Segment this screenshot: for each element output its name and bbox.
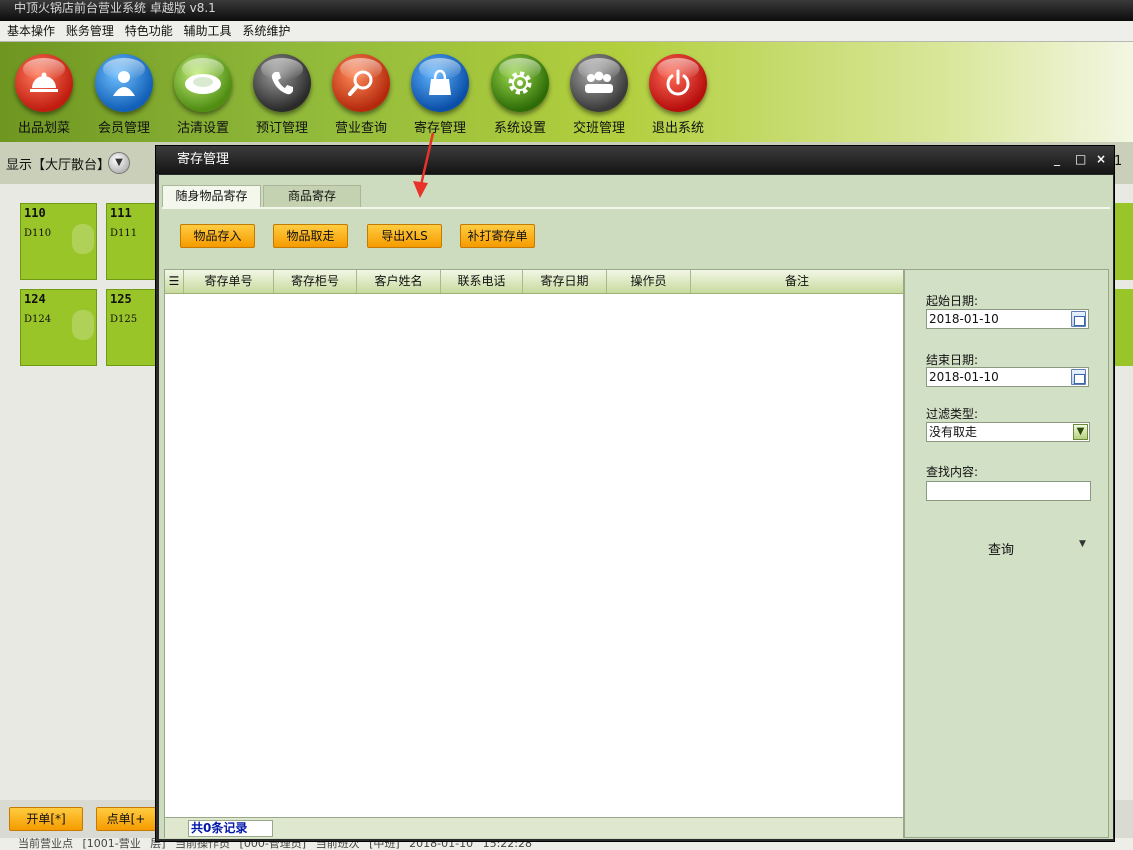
table-tile-110[interactable]: 110 D110 [20, 203, 97, 280]
cloche-icon [15, 54, 73, 112]
tool-business-query[interactable]: 营业查询 [322, 54, 400, 136]
storage-list[interactable]: ☰ 寄存单号 寄存柜号 客户姓名 联系电话 寄存日期 操作员 备注 共0条记录 [164, 269, 904, 838]
tool-label: 系统设置 [493, 121, 546, 136]
table-code: D124 [24, 314, 52, 325]
column-header[interactable]: 寄存单号 [184, 270, 274, 293]
tab-divider [162, 207, 1110, 209]
tool-label: 出品划菜 [17, 121, 70, 136]
power-icon [649, 54, 707, 112]
plate-icon [174, 54, 232, 112]
filter-panel: 起始日期: 2018-01-10 结束日期: 2018-01-10 过滤类型: … [904, 269, 1109, 838]
dialog-title-bar: 寄存管理 [156, 146, 1114, 174]
dialog-body: 随身物品寄存 商品寄存 物品存入 物品取走 导出XLS 补打寄存单 ☰ 寄存单号… [159, 175, 1113, 839]
column-header[interactable]: 备注 [691, 270, 903, 293]
display-area-label: 显示【大厅散台】 [6, 158, 111, 173]
end-date-value: 2018-01-10 [929, 370, 999, 384]
dialog-title: 寄存管理 [177, 152, 230, 167]
tool-label: 营业查询 [334, 121, 387, 136]
tool-system-settings[interactable]: 系统设置 [481, 54, 559, 136]
caret-down-icon[interactable]: ▼ [1079, 539, 1086, 549]
table-number: 124 [24, 292, 46, 306]
member-icon [95, 54, 153, 112]
phone-icon [253, 54, 311, 112]
chevron-down-icon[interactable]: ▼ [1073, 424, 1088, 440]
tab-personal-items[interactable]: 随身物品寄存 [162, 185, 261, 207]
filter-type-select[interactable]: 没有取走 ▼ [926, 422, 1090, 442]
calendar-icon[interactable] [1071, 369, 1086, 385]
end-date-label: 结束日期: [926, 353, 979, 367]
menu-basic[interactable]: 基本操作 [7, 21, 55, 41]
app-title: 中顶火锅店前台营业系统 卓越版 v8.1 [14, 1, 216, 15]
store-item-button[interactable]: 物品存入 [180, 224, 255, 248]
main-toolbar: 出品划菜 会员管理 沽清设置 预订管理 营业查询 寄存管理 系统设置 交班管理 … [0, 42, 1133, 142]
people-icon [570, 54, 628, 112]
start-date-label: 起始日期: [926, 294, 979, 308]
reprint-slip-button[interactable]: 补打寄存单 [460, 224, 535, 248]
app-title-bar: 中顶火锅店前台营业系统 卓越版 v8.1 [0, 0, 1133, 21]
maximize-icon[interactable]: □ [1075, 152, 1086, 166]
menu-accounts[interactable]: 账务管理 [66, 21, 114, 41]
tool-soldout[interactable]: 沽清设置 [164, 54, 242, 136]
column-header[interactable]: 寄存柜号 [274, 270, 357, 293]
list-menu-icon[interactable]: ☰ [165, 270, 184, 293]
export-xls-button[interactable]: 导出XLS [367, 224, 442, 248]
page-indicator: 1 [1114, 154, 1123, 169]
tool-storage[interactable]: 寄存管理 [401, 54, 479, 136]
minimize-icon[interactable]: _ [1054, 152, 1060, 166]
menu-tools[interactable]: 辅助工具 [184, 21, 232, 41]
list-header: ☰ 寄存单号 寄存柜号 客户姓名 联系电话 寄存日期 操作员 备注 [165, 270, 903, 294]
menu-maintenance[interactable]: 系统维护 [242, 21, 290, 41]
search-input[interactable] [926, 481, 1091, 501]
table-number: 125 [110, 292, 132, 306]
column-header[interactable]: 操作员 [607, 270, 691, 293]
record-count: 共0条记录 [188, 820, 273, 837]
table-status-icon [72, 224, 94, 254]
tool-label: 会员管理 [97, 121, 150, 136]
menu-features[interactable]: 特色功能 [125, 21, 173, 41]
add-dish-button[interactable]: 点单[+ [96, 807, 156, 831]
action-button-row: 物品存入 物品取走 导出XLS 补打寄存单 [162, 211, 1110, 267]
menu-bar: 基本操作 账务管理 特色功能 辅助工具 系统维护 [0, 21, 1133, 42]
column-header[interactable]: 寄存日期 [523, 270, 607, 293]
filter-type-value: 没有取走 [929, 425, 978, 439]
filter-type-label: 过滤类型: [926, 407, 979, 421]
tool-shift[interactable]: 交班管理 [560, 54, 638, 136]
tab-goods-storage[interactable]: 商品寄存 [263, 185, 361, 207]
table-status-icon [72, 310, 94, 340]
end-date-field[interactable]: 2018-01-10 [926, 367, 1089, 387]
table-code: D110 [24, 228, 52, 239]
table-number: 110 [24, 206, 46, 220]
start-date-value: 2018-01-10 [929, 312, 999, 326]
table-tile-124[interactable]: 124 D124 [20, 289, 97, 366]
column-header[interactable]: 联系电话 [441, 270, 523, 293]
chevron-down-icon[interactable]: ▼ [108, 152, 130, 174]
table-tile-partial[interactable] [1112, 289, 1133, 366]
tool-label: 沽清设置 [176, 121, 229, 136]
tool-label: 预订管理 [255, 121, 308, 136]
tool-reservation[interactable]: 预订管理 [243, 54, 321, 136]
close-icon[interactable]: × [1096, 152, 1106, 166]
magnifier-icon [332, 54, 390, 112]
calendar-icon[interactable] [1071, 311, 1086, 327]
tool-member[interactable]: 会员管理 [85, 54, 163, 136]
take-item-button[interactable]: 物品取走 [273, 224, 348, 248]
query-button[interactable]: 查询 [988, 539, 1014, 558]
open-order-button[interactable]: 开单[*] [9, 807, 83, 831]
list-footer: 共0条记录 [165, 817, 903, 838]
gear-icon [491, 54, 549, 112]
table-code: D125 [110, 314, 138, 325]
table-tile-partial[interactable] [1112, 203, 1133, 280]
search-label: 查找内容: [926, 465, 979, 479]
tool-dish-serving[interactable]: 出品划菜 [5, 54, 83, 136]
tool-exit[interactable]: 退出系统 [639, 54, 717, 136]
column-header[interactable]: 客户姓名 [357, 270, 441, 293]
tool-label: 交班管理 [572, 121, 625, 136]
tool-label: 寄存管理 [413, 121, 466, 136]
tool-label: 退出系统 [651, 121, 704, 136]
storage-dialog: 寄存管理 _ □ × 随身物品寄存 商品寄存 物品存入 物品取走 导出XLS 补… [155, 145, 1115, 842]
bag-icon [411, 54, 469, 112]
table-number: 111 [110, 206, 132, 220]
start-date-field[interactable]: 2018-01-10 [926, 309, 1089, 329]
table-code: D111 [110, 228, 138, 239]
